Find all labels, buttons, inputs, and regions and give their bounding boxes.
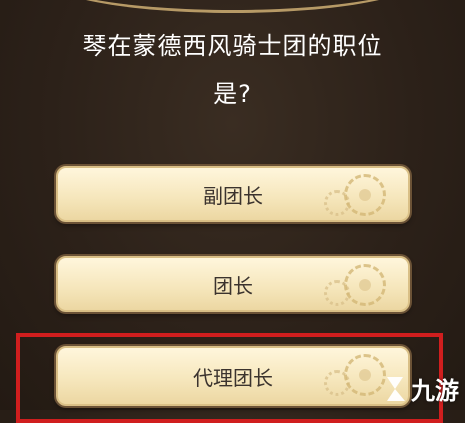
- answer-option-label: 代理团长: [193, 365, 273, 390]
- top-ornament-arc: [40, 0, 425, 13]
- answer-option-2[interactable]: 团长: [56, 256, 410, 312]
- watermark-text: 九游: [411, 377, 459, 405]
- answer-option-3[interactable]: 代理团长: [56, 346, 410, 406]
- question-text-line1: 琴在蒙德西风骑士团的职位: [82, 32, 383, 60]
- watermark: 九游: [383, 371, 459, 406]
- answer-option-label: 副团长: [203, 183, 263, 208]
- question-text-line2: 是?: [213, 80, 252, 108]
- jiuyou-logo-icon: [383, 375, 409, 403]
- answer-option-label: 团长: [213, 273, 253, 298]
- answer-option-1[interactable]: 副团长: [56, 166, 410, 222]
